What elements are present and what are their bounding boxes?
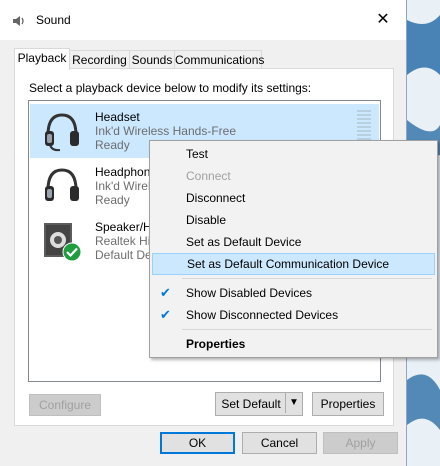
device-description: Realtek Hig [95, 234, 158, 248]
menu-item-label: Disconnect [186, 191, 246, 205]
menu-item-properties[interactable]: Properties [152, 333, 435, 355]
menu-item-label: Set as Default Device [186, 235, 302, 249]
speaker-app-icon [13, 16, 24, 26]
menu-item-label: Properties [186, 337, 246, 351]
menu-item-label: Test [186, 147, 209, 161]
set-default-button[interactable]: Set Default ▼ [215, 392, 303, 416]
tab-playback[interactable]: Playback [14, 48, 70, 70]
window-title: Sound [36, 13, 71, 27]
tab-recording[interactable]: Recording [69, 50, 130, 69]
checkmark-icon: ✔ [160, 307, 171, 322]
menu-item-disable[interactable]: Disable [152, 209, 435, 231]
checkmark-icon: ✔ [160, 285, 171, 300]
device-status: Ready [95, 193, 130, 207]
tab-communications[interactable]: Communications [174, 50, 264, 69]
check-badge-icon [62, 242, 82, 262]
device-description: Ink'd Wirele [95, 179, 158, 193]
menu-item-disconnect[interactable]: Disconnect [152, 187, 435, 209]
device-status: Ready [95, 138, 130, 152]
menu-item-label: Disable [186, 213, 227, 227]
menu-separator [182, 278, 432, 279]
menu-item-label: Show Disconnected Devices [186, 308, 339, 322]
menu-item-label: Show Disabled Devices [186, 286, 313, 300]
tab-sounds[interactable]: Sounds [129, 50, 175, 69]
close-icon[interactable]: ✕ [360, 0, 406, 40]
menu-item-connect[interactable]: Connect [152, 165, 435, 187]
menu-item-set-default-device[interactable]: Set as Default Device [152, 231, 435, 253]
headset-icon [45, 113, 79, 152]
configure-button[interactable]: Configure [29, 394, 101, 416]
set-default-label: Set Default [221, 397, 281, 411]
apply-button[interactable]: Apply [323, 432, 398, 454]
device-name: Headphon [95, 165, 151, 179]
menu-item-label: Connect [186, 169, 231, 183]
menu-item-show-disconnected-devices[interactable]: ✔ Show Disconnected Devices [152, 304, 435, 326]
chevron-down-icon[interactable]: ▼ [285, 393, 302, 413]
device-description: Ink'd Wireless Hands-Free [95, 124, 236, 138]
menu-item-test[interactable]: Test [152, 143, 435, 165]
menu-item-label: Set as Default Communication Device [187, 257, 390, 271]
device-name: Headset [95, 110, 140, 124]
properties-button[interactable]: Properties [312, 392, 384, 416]
headphones-icon [45, 168, 79, 201]
context-menu: Test Connect Disconnect Disable Set as D… [149, 140, 438, 358]
title-bar[interactable]: Sound ✕ [0, 0, 406, 40]
menu-separator [182, 329, 432, 330]
cancel-button[interactable]: Cancel [242, 432, 317, 454]
ok-button[interactable]: OK [160, 432, 235, 454]
menu-item-set-default-communication-device[interactable]: Set as Default Communication Device [152, 253, 435, 275]
menu-item-show-disabled-devices[interactable]: ✔ Show Disabled Devices [152, 282, 435, 304]
instructions-text: Select a playback device below to modify… [29, 81, 312, 95]
